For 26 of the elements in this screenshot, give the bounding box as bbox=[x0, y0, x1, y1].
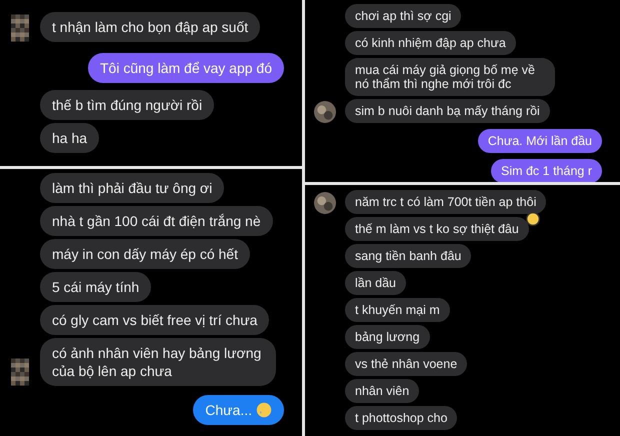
message-text: năm trc t có làm 700t tiền ap thôi bbox=[355, 195, 536, 209]
message-text: Chưa... bbox=[205, 401, 252, 419]
message-text: có kinh nhiệm đập ap chưa bbox=[355, 36, 506, 50]
message-text: sim b nuôi danh bạ mấy tháng rồi bbox=[355, 104, 540, 118]
message-text: t phottoshop cho bbox=[355, 411, 448, 425]
message-text: lần dầu bbox=[355, 276, 396, 290]
message-text: vs thẻ nhân voene bbox=[355, 357, 458, 371]
message-text: có ảnh nhân viên hay bảng lương của bộ lên ap chưa bbox=[52, 344, 262, 380]
message-text: Tôi cũng làm để vay app đó bbox=[100, 59, 272, 77]
message-text: sang tiền banh đâu bbox=[355, 249, 462, 263]
message-text: 5 cái máy tính bbox=[52, 278, 140, 296]
message-text: máy in con dấy máy ép có hết bbox=[52, 245, 238, 263]
message-text: nhân viên bbox=[355, 384, 410, 398]
message-text: ha ha bbox=[52, 129, 88, 147]
message-text: t khuyến mại m bbox=[355, 303, 440, 317]
message-text: t nhận làm cho bọn đập ap suốt bbox=[52, 18, 248, 36]
message-text: có gly cam vs biết free vị trí chưa bbox=[52, 311, 258, 329]
message-text: Sim đc 1 tháng r bbox=[500, 164, 592, 178]
message-text: bảng lương bbox=[355, 330, 420, 344]
message-text: nhà t gần 100 cái đt điện trắng nè bbox=[52, 212, 261, 230]
message-text: làm thì phải đầu tư ông ơi bbox=[52, 179, 212, 197]
message-text: chơi ap thì sợ cgi bbox=[355, 9, 452, 23]
message-text: mua cái máy giả giọng bố mẹ về nó thẩm thì nghe mới trôi đc bbox=[355, 63, 536, 91]
message-text: thế m làm vs t ko sợ thiệt đâu bbox=[355, 222, 519, 236]
message-text: Chưa. Mới lần đầu bbox=[488, 134, 592, 148]
message-text: thế b tìm đúng người rồi bbox=[52, 96, 202, 114]
